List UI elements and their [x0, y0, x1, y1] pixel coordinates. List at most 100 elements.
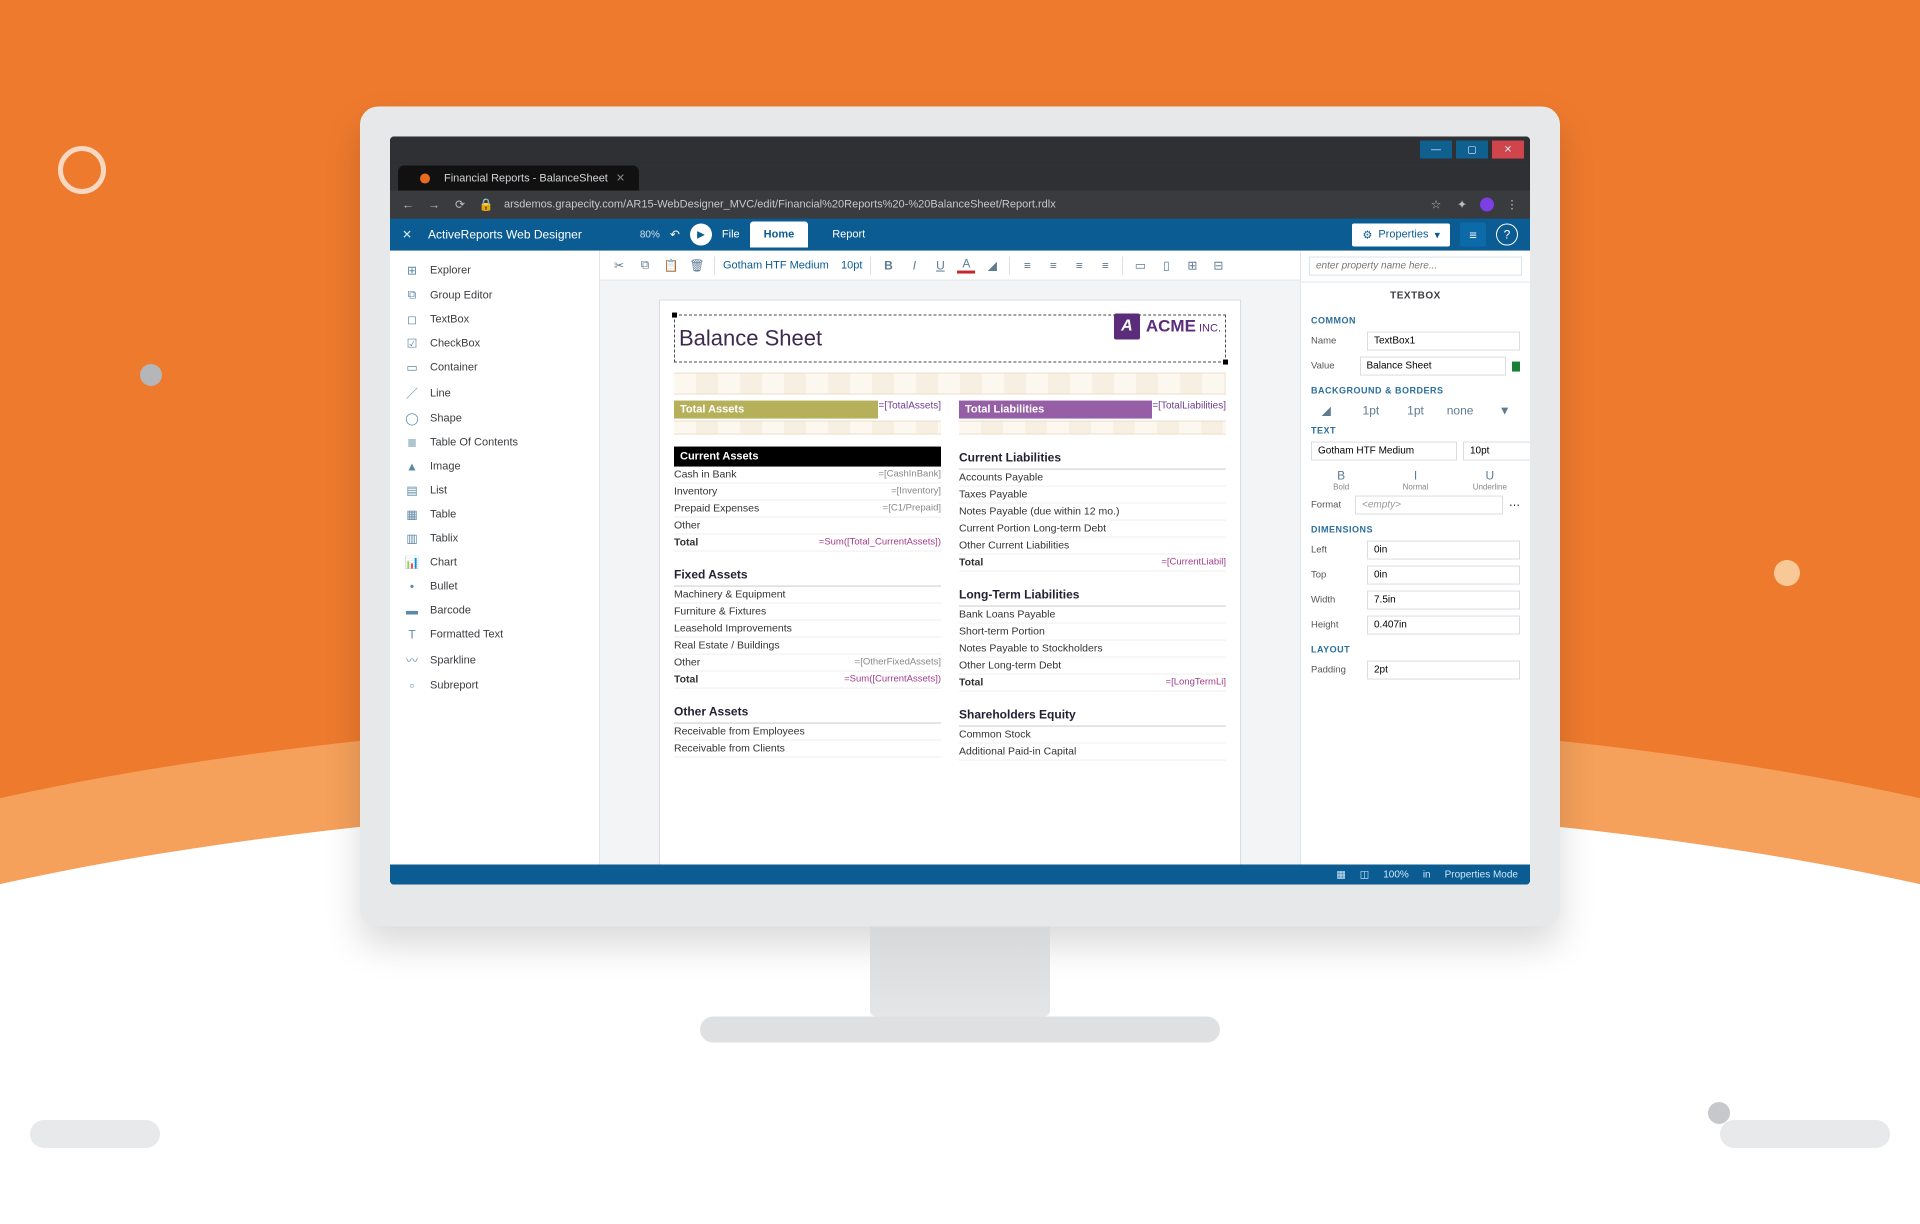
- toolbox-item[interactable]: ▬Barcode: [390, 599, 599, 623]
- copy-icon[interactable]: ⧉: [636, 258, 654, 273]
- star-icon[interactable]: ☆: [1428, 198, 1444, 212]
- border-option[interactable]: ▼: [1489, 404, 1520, 418]
- nav-forward-icon[interactable]: →: [426, 198, 442, 212]
- preview-button[interactable]: ▶: [690, 224, 712, 246]
- window-maximize[interactable]: ▢: [1456, 141, 1488, 159]
- report-row[interactable]: Other: [674, 518, 941, 535]
- close-designer-button[interactable]: ✕: [390, 228, 424, 242]
- extensions-icon[interactable]: ✦: [1454, 198, 1470, 212]
- status-unit[interactable]: in: [1423, 869, 1431, 880]
- help-button[interactable]: ?: [1496, 224, 1518, 246]
- tab-report[interactable]: Report: [818, 222, 879, 248]
- report-row[interactable]: Other=[OtherFixedAssets]: [674, 655, 941, 672]
- browser-tab[interactable]: Financial Reports - BalanceSheet ✕: [398, 166, 639, 191]
- report-row[interactable]: Other Long-term Debt: [959, 658, 1226, 675]
- toolbox-item[interactable]: •Bullet: [390, 575, 599, 599]
- report-row[interactable]: Taxes Payable: [959, 487, 1226, 504]
- font-size-select[interactable]: 10pt: [841, 259, 862, 271]
- status-grid-icon[interactable]: ▦: [1336, 869, 1345, 880]
- toolbox-item[interactable]: ☑CheckBox: [390, 332, 599, 356]
- tab-home[interactable]: Home: [750, 222, 809, 248]
- color-swatch[interactable]: [1512, 361, 1521, 371]
- report-row[interactable]: Receivable from Employees: [674, 724, 941, 741]
- border-option[interactable]: 1pt: [1400, 404, 1431, 418]
- report-row[interactable]: Receivable from Clients: [674, 741, 941, 758]
- align-right-button[interactable]: ≡: [1070, 258, 1088, 272]
- toolbox-item[interactable]: ▥Tablix: [390, 527, 599, 551]
- align-left-button[interactable]: ≡: [1018, 258, 1036, 272]
- toolbox-item[interactable]: ◯Shape: [390, 407, 599, 431]
- arrange-button[interactable]: ⊞: [1183, 258, 1201, 272]
- underline-button[interactable]: U: [931, 258, 949, 272]
- report-row[interactable]: Real Estate / Buildings: [674, 638, 941, 655]
- report-row[interactable]: Machinery & Equipment: [674, 587, 941, 604]
- report-row[interactable]: Prepaid Expenses=[C1/Prepaid]: [674, 501, 941, 518]
- toolbox-item[interactable]: TFormatted Text: [390, 623, 599, 647]
- italic-button[interactable]: I: [905, 258, 923, 272]
- file-menu[interactable]: File: [722, 229, 740, 241]
- toolbox-item[interactable]: ≣Table Of Contents: [390, 431, 599, 455]
- prop-name-input[interactable]: [1367, 332, 1520, 351]
- text-style-button[interactable]: UUnderline: [1460, 469, 1520, 492]
- toolbox-item[interactable]: ◻TextBox: [390, 308, 599, 332]
- toolbox-item[interactable]: ／Line: [390, 380, 599, 407]
- window-minimize[interactable]: —: [1420, 141, 1452, 159]
- report-row[interactable]: Notes Payable (due within 12 mo.): [959, 504, 1226, 521]
- prop-dim-input[interactable]: [1367, 591, 1520, 610]
- border-option[interactable]: ◢: [1311, 404, 1342, 418]
- cut-icon[interactable]: ✂: [610, 258, 628, 272]
- url-field[interactable]: arsdemos.grapecity.com/AR15-WebDesigner_…: [504, 199, 1418, 211]
- design-canvas[interactable]: A ACME INC. Balance Sheet: [600, 281, 1300, 865]
- report-row[interactable]: Additional Paid-in Capital: [959, 744, 1226, 761]
- report-row[interactable]: Inventory=[Inventory]: [674, 484, 941, 501]
- toolbox-item[interactable]: ⊞Explorer: [390, 259, 599, 283]
- report-row[interactable]: Bank Loans Payable: [959, 607, 1226, 624]
- prop-dim-input[interactable]: [1367, 541, 1520, 560]
- text-style-button[interactable]: INormal: [1385, 469, 1445, 492]
- prop-format-input[interactable]: [1355, 496, 1503, 515]
- toolbox-item[interactable]: ▫Subreport: [390, 674, 599, 698]
- align-center-button[interactable]: ≡: [1044, 258, 1062, 272]
- nav-reload-icon[interactable]: ⟳: [452, 198, 468, 212]
- prop-font-select[interactable]: [1311, 442, 1457, 461]
- properties-toggle[interactable]: ⚙ Properties ▾: [1352, 223, 1450, 246]
- prop-padding-input[interactable]: [1367, 661, 1520, 680]
- fill-color-button[interactable]: ◢: [983, 258, 1001, 272]
- report-row[interactable]: Current Portion Long-term Debt: [959, 521, 1226, 538]
- prop-dim-input[interactable]: [1367, 566, 1520, 585]
- toolbox-item[interactable]: ▦Table: [390, 503, 599, 527]
- toolbox-item[interactable]: ▤List: [390, 479, 599, 503]
- window-close[interactable]: ✕: [1492, 141, 1524, 159]
- report-row[interactable]: Notes Payable to Stockholders: [959, 641, 1226, 658]
- report-row[interactable]: Cash in Bank=[CashInBank]: [674, 467, 941, 484]
- report-row[interactable]: Leasehold Improvements: [674, 621, 941, 638]
- zoom-level[interactable]: 80%: [640, 229, 660, 240]
- report-row[interactable]: Other Current Liabilities: [959, 538, 1226, 555]
- report-row[interactable]: Accounts Payable: [959, 470, 1226, 487]
- status-zoom[interactable]: 100%: [1383, 869, 1409, 880]
- profile-avatar[interactable]: [1480, 198, 1494, 212]
- report-row[interactable]: Short-term Portion: [959, 624, 1226, 641]
- arrange-button[interactable]: ▯: [1157, 258, 1175, 272]
- align-justify-button[interactable]: ≡: [1096, 258, 1114, 272]
- font-color-button[interactable]: A: [957, 257, 975, 274]
- property-search-input[interactable]: [1309, 257, 1522, 276]
- delete-icon[interactable]: 🗑: [688, 258, 706, 272]
- arrange-button[interactable]: ▭: [1131, 258, 1149, 272]
- nav-back-icon[interactable]: ←: [400, 198, 416, 212]
- tab-close-icon[interactable]: ✕: [616, 172, 625, 185]
- toolbox-item[interactable]: ▭Container: [390, 356, 599, 380]
- arrange-button[interactable]: ⊟: [1209, 258, 1227, 272]
- report-row[interactable]: Furniture & Fixtures: [674, 604, 941, 621]
- undo-button[interactable]: ↶: [670, 228, 680, 242]
- menu-icon[interactable]: ⋮: [1504, 198, 1520, 212]
- report-row[interactable]: Common Stock: [959, 727, 1226, 744]
- font-select[interactable]: Gotham HTF Medium: [723, 259, 833, 271]
- prop-dim-input[interactable]: [1367, 616, 1520, 635]
- selected-textbox[interactable]: A ACME INC. Balance Sheet: [674, 315, 1226, 363]
- toolbox-item[interactable]: ▲Image: [390, 455, 599, 479]
- text-style-button[interactable]: BBold: [1311, 469, 1371, 492]
- bold-button[interactable]: B: [879, 258, 897, 272]
- expand-icon[interactable]: ⋯: [1509, 499, 1520, 512]
- border-option[interactable]: none: [1445, 404, 1476, 418]
